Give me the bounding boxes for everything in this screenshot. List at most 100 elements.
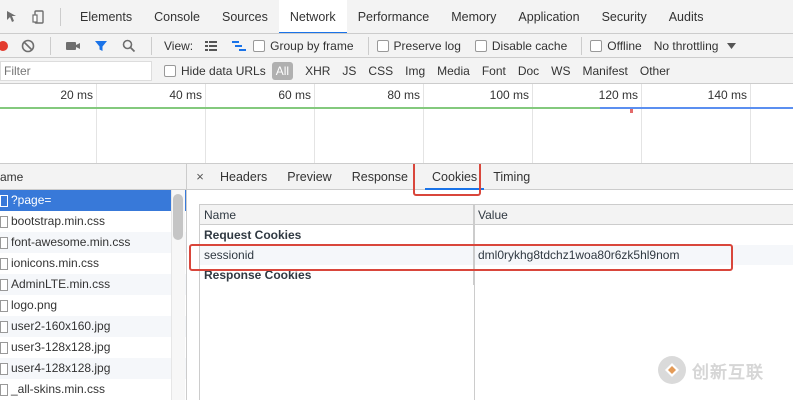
divider xyxy=(50,36,51,55)
request-row[interactable]: _all-skins.min.css xyxy=(0,379,186,400)
checkbox-box[interactable] xyxy=(253,39,266,52)
request-name: bootstrap.min.css xyxy=(11,214,106,228)
tab-console[interactable]: Console xyxy=(143,0,211,33)
filter-icon[interactable] xyxy=(87,34,115,57)
filter-input[interactable] xyxy=(0,60,152,81)
watermark-text: 创新互联 xyxy=(692,362,764,382)
request-row[interactable]: font-awesome.min.css xyxy=(0,232,186,253)
tab-preview[interactable]: Preview xyxy=(280,164,338,190)
request-name: _all-skins.min.css xyxy=(11,382,106,396)
tab-timing[interactable]: Timing xyxy=(486,164,537,190)
checkbox-box[interactable] xyxy=(590,39,603,52)
column-divider xyxy=(474,205,475,400)
hide-data-urls-checkbox[interactable]: Hide data URLs xyxy=(164,64,266,78)
file-icon xyxy=(0,278,8,291)
request-name: user4-128x128.jpg xyxy=(11,361,111,375)
request-row[interactable]: ?page= xyxy=(0,190,186,211)
waterfall-icon[interactable] xyxy=(225,34,253,57)
network-overview-timeline[interactable]: 20 ms 40 ms 60 ms 80 ms 100 ms 120 ms 14… xyxy=(0,84,793,164)
tab-application[interactable]: Application xyxy=(507,0,590,33)
offline-checkbox[interactable]: Offline xyxy=(590,39,642,53)
divider xyxy=(581,36,583,55)
filter-js[interactable]: JS xyxy=(342,64,356,78)
timeline-domcontentloaded-bar xyxy=(600,107,793,109)
filter-img[interactable]: Img xyxy=(405,64,425,78)
request-row[interactable]: user4-128x128.jpg xyxy=(0,358,186,379)
file-icon xyxy=(0,257,8,270)
request-name: user2-160x160.jpg xyxy=(11,319,111,333)
filter-xhr[interactable]: XHR xyxy=(305,64,330,78)
checkbox-box[interactable] xyxy=(164,64,176,77)
scrollbar-thumb[interactable] xyxy=(173,194,183,240)
tab-audits[interactable]: Audits xyxy=(658,0,715,33)
tab-response[interactable]: Response xyxy=(345,164,415,190)
timeline-gridline xyxy=(750,84,751,163)
timeline-tick-label: 20 ms xyxy=(60,88,93,102)
request-row[interactable]: AdminLTE.min.css xyxy=(0,274,186,295)
tab-performance[interactable]: Performance xyxy=(347,0,441,33)
name-column-header[interactable]: ame xyxy=(0,164,186,190)
tab-network[interactable]: Network xyxy=(278,0,347,33)
disable-cache-label: Disable cache xyxy=(491,38,568,53)
tab-memory[interactable]: Memory xyxy=(440,0,507,33)
file-icon xyxy=(0,383,8,396)
record-icon[interactable] xyxy=(0,34,14,57)
timeline-gridline xyxy=(314,84,315,163)
divider xyxy=(367,36,369,55)
filter-media[interactable]: Media xyxy=(437,64,470,78)
search-icon[interactable] xyxy=(115,34,143,57)
inspect-element-icon[interactable] xyxy=(0,0,26,33)
timeline-gridline xyxy=(205,84,206,163)
filter-doc[interactable]: Doc xyxy=(518,64,539,78)
timeline-tick-label: 60 ms xyxy=(278,88,311,102)
watermark: 创新互联 xyxy=(658,356,764,384)
request-row[interactable]: bootstrap.min.css xyxy=(0,211,186,232)
view-label: View: xyxy=(164,38,194,53)
tab-headers[interactable]: Headers xyxy=(213,164,274,190)
hide-data-urls-label: Hide data URLs xyxy=(181,63,266,78)
filter-all-button[interactable]: All xyxy=(271,61,294,80)
filter-manifest[interactable]: Manifest xyxy=(583,64,628,78)
timeline-gridline xyxy=(96,84,97,163)
divider xyxy=(151,36,152,55)
request-row[interactable]: ionicons.min.css xyxy=(0,253,186,274)
tab-security[interactable]: Security xyxy=(591,0,658,33)
timeline-tick-label: 140 ms xyxy=(707,88,747,102)
request-row[interactable]: user2-160x160.jpg xyxy=(0,316,186,337)
preserve-log-checkbox[interactable]: Preserve log xyxy=(376,38,461,53)
preserve-log-label: Preserve log xyxy=(393,38,461,53)
device-toolbar-icon[interactable] xyxy=(26,0,52,33)
devtools-tab-bar: Elements Console Sources Network Perform… xyxy=(0,0,793,34)
filter-css[interactable]: CSS xyxy=(368,64,393,78)
group-by-frame-checkbox[interactable]: Group by frame xyxy=(253,39,354,53)
request-cookies-label: Request Cookies xyxy=(200,225,474,245)
name-column-header[interactable]: Name xyxy=(200,205,474,224)
large-rows-icon[interactable] xyxy=(197,34,225,57)
request-name: ?page= xyxy=(11,193,52,207)
timeline-tick-label: 100 ms xyxy=(489,88,529,102)
file-icon xyxy=(0,194,8,207)
image-file-icon xyxy=(0,320,8,333)
image-file-icon xyxy=(0,362,8,375)
filter-font[interactable]: Font xyxy=(482,64,506,78)
filter-ws[interactable]: WS xyxy=(551,64,570,78)
disable-cache-checkbox[interactable]: Disable cache xyxy=(474,38,568,53)
throttling-select[interactable]: No throttling xyxy=(654,39,719,53)
cookies-tab-highlight xyxy=(413,164,481,196)
tab-sources[interactable]: Sources xyxy=(211,0,279,33)
camera-icon[interactable] xyxy=(59,34,87,57)
image-file-icon xyxy=(0,341,8,354)
value-column-header[interactable]: Value xyxy=(474,205,793,224)
chevron-down-icon[interactable] xyxy=(722,34,740,57)
tab-elements[interactable]: Elements xyxy=(69,0,143,33)
image-file-icon xyxy=(0,299,8,312)
filter-other[interactable]: Other xyxy=(640,64,670,78)
request-row[interactable]: logo.png xyxy=(0,295,186,316)
checkbox-box[interactable] xyxy=(474,39,487,52)
sessionid-row-highlight xyxy=(189,244,733,271)
checkbox-box[interactable] xyxy=(376,39,389,52)
close-icon[interactable]: × xyxy=(187,169,213,184)
clear-icon[interactable] xyxy=(14,34,42,57)
cookies-table-header: Name Value xyxy=(200,205,793,225)
request-row[interactable]: user3-128x128.jpg xyxy=(0,337,186,358)
